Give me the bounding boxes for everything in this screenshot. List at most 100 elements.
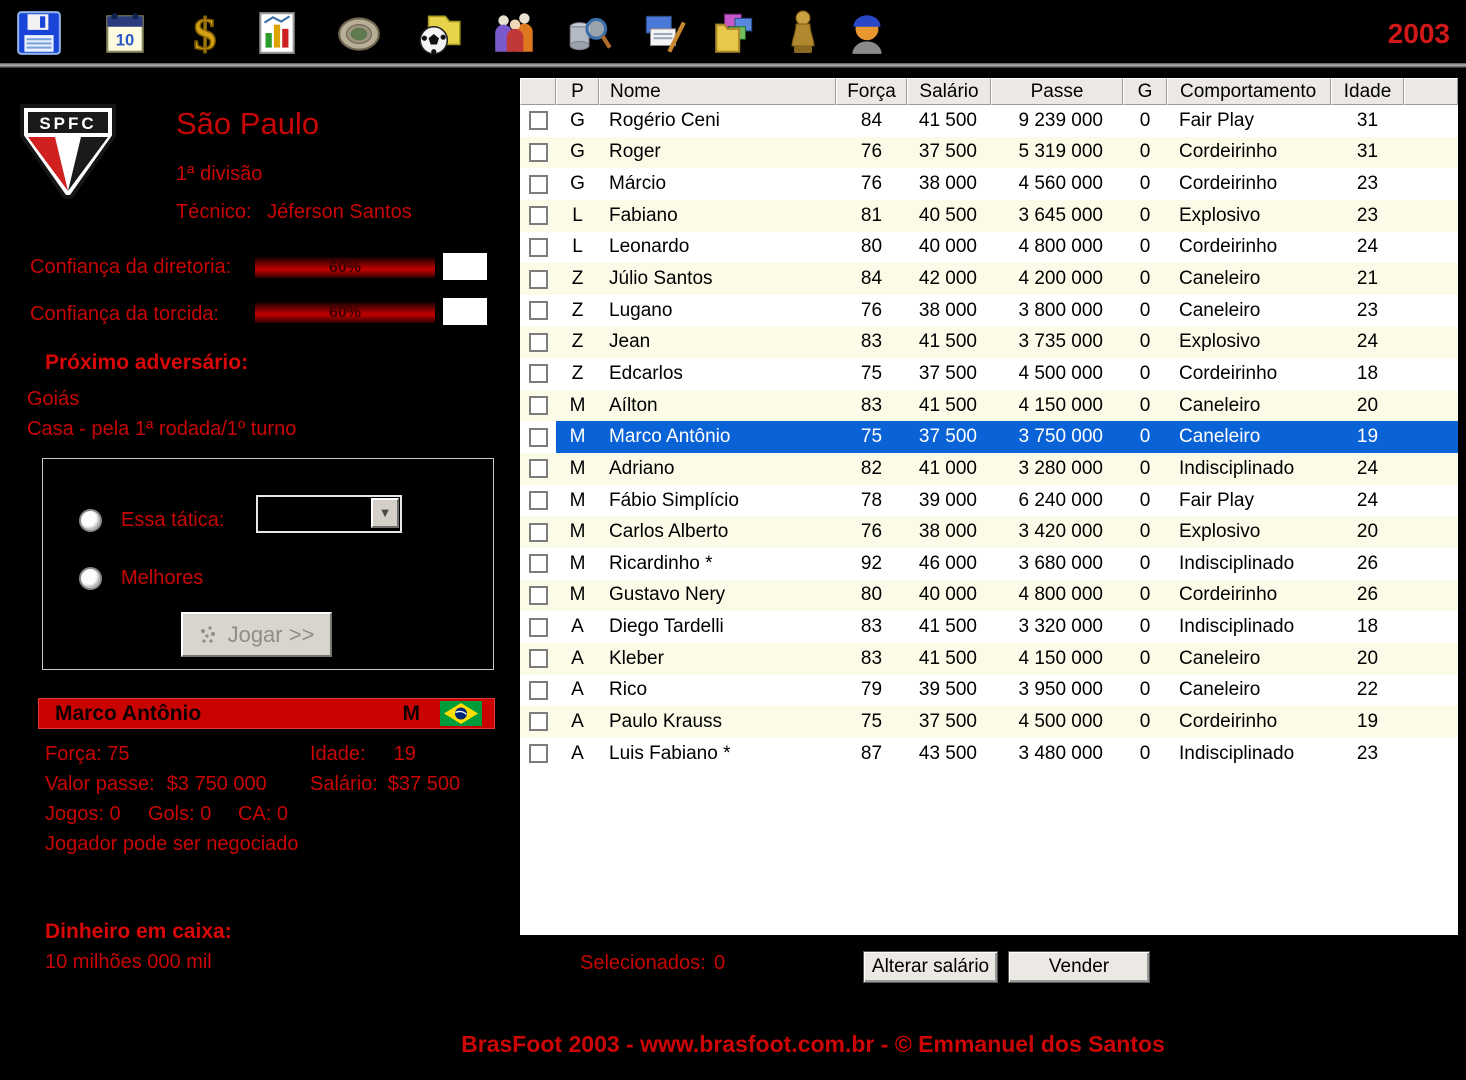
- row-checkbox[interactable]: [529, 270, 548, 289]
- column-header-age[interactable]: Idade: [1331, 78, 1404, 105]
- cell-idade: 23: [1331, 295, 1404, 327]
- row-checkbox[interactable]: [529, 364, 548, 383]
- row-checkbox[interactable]: [529, 523, 548, 542]
- column-header-goals[interactable]: G: [1123, 78, 1167, 105]
- row-checkbox[interactable]: [529, 301, 548, 320]
- cell-idade: 19: [1331, 706, 1404, 738]
- column-header-position[interactable]: P: [556, 78, 599, 105]
- table-row[interactable]: ZJúlio Santos8442 0004 200 0000Caneleiro…: [520, 263, 1458, 295]
- row-checkbox[interactable]: [529, 175, 548, 194]
- calendar-icon[interactable]: 10: [100, 8, 150, 58]
- cell-comportamento: Cordeirinho: [1167, 580, 1331, 612]
- table-row[interactable]: MRicardinho *9246 0003 680 0000Indiscipl…: [520, 548, 1458, 580]
- reports-icon[interactable]: [638, 8, 688, 58]
- checkbox-cell: [520, 706, 556, 738]
- transfers-icon[interactable]: [710, 8, 760, 58]
- sell-button[interactable]: Vender: [1008, 951, 1150, 983]
- cell-forca: 87: [836, 738, 907, 770]
- row-checkbox[interactable]: [529, 111, 548, 130]
- table-row[interactable]: MAdriano8241 0003 280 0000Indisciplinado…: [520, 453, 1458, 485]
- squad-icon[interactable]: [490, 8, 540, 58]
- cell-nome: Jean: [599, 326, 836, 358]
- table-row[interactable]: GRogério Ceni8441 5009 239 0000Fair Play…: [520, 105, 1458, 137]
- column-header-pass[interactable]: Passe: [991, 78, 1123, 105]
- cell-filler: [1404, 738, 1458, 770]
- cell-salario: 38 000: [907, 516, 991, 548]
- best-radio[interactable]: [79, 567, 102, 590]
- column-header-strength[interactable]: Força: [836, 78, 907, 105]
- row-checkbox[interactable]: [529, 491, 548, 510]
- year-label: 2003: [1388, 18, 1450, 50]
- cell-passe: 3 950 000: [991, 675, 1123, 707]
- statistics-icon[interactable]: [252, 8, 302, 58]
- row-checkbox[interactable]: [529, 333, 548, 352]
- column-header-behavior[interactable]: Comportamento: [1167, 78, 1331, 105]
- cell-salario: 37 500: [907, 137, 991, 169]
- play-button[interactable]: Jogar >>: [181, 612, 332, 657]
- cell-comportamento: Caneleiro: [1167, 263, 1331, 295]
- table-row[interactable]: ZLugano7638 0003 800 0000Caneleiro23: [520, 295, 1458, 327]
- save-icon[interactable]: [14, 8, 64, 58]
- chevron-down-icon[interactable]: ▼: [371, 498, 399, 528]
- row-checkbox[interactable]: [529, 712, 548, 731]
- table-row[interactable]: ALuis Fabiano *8743 5003 480 0000Indisci…: [520, 738, 1458, 770]
- cell-idade: 20: [1331, 643, 1404, 675]
- squad-table: PNomeForçaSalárioPasseGComportamentoIdad…: [520, 78, 1458, 935]
- column-header-select[interactable]: [520, 78, 556, 105]
- column-header-salary[interactable]: Salário: [907, 78, 991, 105]
- cell-nome: Fabiano: [599, 200, 836, 232]
- cell-g: 0: [1123, 738, 1167, 770]
- tactic-radio[interactable]: [79, 509, 102, 532]
- cell-forca: 75: [836, 421, 907, 453]
- table-row[interactable]: AKleber8341 5004 150 0000Caneleiro20: [520, 643, 1458, 675]
- cell-nome: Leonardo: [599, 232, 836, 264]
- cell-forca: 80: [836, 580, 907, 612]
- row-checkbox[interactable]: [529, 206, 548, 225]
- row-checkbox[interactable]: [529, 428, 548, 447]
- cell-g: 0: [1123, 105, 1167, 137]
- row-checkbox[interactable]: [529, 618, 548, 637]
- table-row[interactable]: MGustavo Nery8040 0004 800 0000Cordeirin…: [520, 580, 1458, 612]
- table-row[interactable]: MAílton8341 5004 150 0000Caneleiro20: [520, 390, 1458, 422]
- table-row[interactable]: LFabiano8140 5003 645 0000Explosivo23: [520, 200, 1458, 232]
- cell-g: 0: [1123, 232, 1167, 264]
- table-row[interactable]: MCarlos Alberto7638 0003 420 0000Explosi…: [520, 516, 1458, 548]
- row-checkbox[interactable]: [529, 396, 548, 415]
- table-row[interactable]: ZJean8341 5003 735 0000Explosivo24: [520, 326, 1458, 358]
- cup-icon[interactable]: [786, 8, 820, 58]
- coach-icon[interactable]: [842, 8, 892, 58]
- cell-g: 0: [1123, 295, 1167, 327]
- search-icon[interactable]: [564, 8, 614, 58]
- cell-salario: 40 000: [907, 580, 991, 612]
- row-checkbox[interactable]: [529, 744, 548, 763]
- table-row[interactable]: GMárcio7638 0004 560 0000Cordeirinho23: [520, 168, 1458, 200]
- table-row[interactable]: MFábio Simplício7839 0006 240 0000Fair P…: [520, 485, 1458, 517]
- money-icon[interactable]: $: [180, 8, 230, 58]
- row-checkbox[interactable]: [529, 238, 548, 257]
- match-icon[interactable]: [414, 8, 464, 58]
- row-checkbox[interactable]: [529, 459, 548, 478]
- row-checkbox[interactable]: [529, 143, 548, 162]
- table-row[interactable]: MMarco Antônio7537 5003 750 0000Caneleir…: [520, 421, 1458, 453]
- table-row[interactable]: ARico7939 5003 950 0000Caneleiro22: [520, 675, 1458, 707]
- svg-text:$: $: [194, 9, 217, 58]
- cell-nome: Aílton: [599, 390, 836, 422]
- row-checkbox[interactable]: [529, 649, 548, 668]
- column-header-name[interactable]: Nome: [599, 78, 836, 105]
- cell-filler: [1404, 263, 1458, 295]
- stadium-icon[interactable]: [334, 8, 384, 58]
- row-checkbox[interactable]: [529, 586, 548, 605]
- checkbox-cell: [520, 453, 556, 485]
- table-row[interactable]: ADiego Tardelli8341 5003 320 0000Indisci…: [520, 611, 1458, 643]
- cell-idade: 26: [1331, 580, 1404, 612]
- tactic-dropdown[interactable]: ▼: [256, 495, 402, 533]
- table-row[interactable]: LLeonardo8040 0004 800 0000Cordeirinho24: [520, 232, 1458, 264]
- checkbox-cell: [520, 611, 556, 643]
- table-row[interactable]: GRoger7637 5005 319 0000Cordeirinho31: [520, 137, 1458, 169]
- cell-nome: Rico: [599, 675, 836, 707]
- change-salary-button[interactable]: Alterar salário: [863, 951, 998, 983]
- row-checkbox[interactable]: [529, 554, 548, 573]
- table-row[interactable]: ZEdcarlos7537 5004 500 0000Cordeirinho18: [520, 358, 1458, 390]
- row-checkbox[interactable]: [529, 681, 548, 700]
- table-row[interactable]: APaulo Krauss7537 5004 500 0000Cordeirin…: [520, 706, 1458, 738]
